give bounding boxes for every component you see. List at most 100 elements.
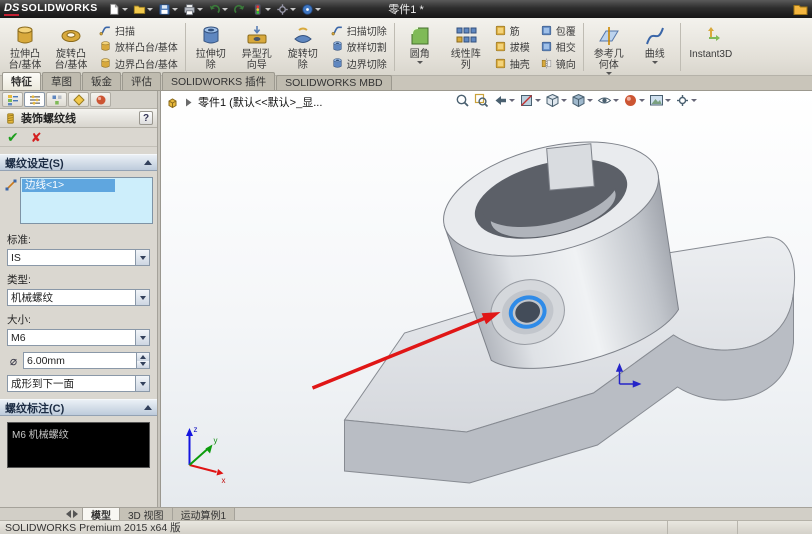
ribbon-button-hole-wizard[interactable]: 异型孔 向导: [234, 20, 280, 74]
tree-expand-icon[interactable]: [182, 96, 195, 109]
ribbon-button-boundary-cut[interactable]: 边界切除: [327, 56, 391, 72]
ribbon-button-lofted-cut[interactable]: 放样切割: [327, 39, 391, 55]
tab-solidworks-add-ins[interactable]: SOLIDWORKS 插件: [162, 72, 276, 90]
ribbon-button-mirror[interactable]: 镜向: [536, 56, 580, 72]
edit-appearance-caret[interactable]: [639, 99, 645, 102]
ribbon-button-linear-pattern[interactable]: 线性阵列: [443, 20, 489, 74]
size-combo[interactable]: M6: [7, 329, 150, 346]
section-view-caret[interactable]: [535, 99, 541, 102]
view-orientation-icon[interactable]: [544, 92, 568, 109]
ribbon-button-instant3d[interactable]: Instant3D: [683, 20, 739, 74]
spin-up-button[interactable]: [137, 353, 149, 361]
rebuild-dropdown-caret[interactable]: [264, 7, 271, 11]
task-pane-folder-icon[interactable]: [793, 3, 808, 16]
print-dropdown-caret[interactable]: [196, 7, 203, 11]
rebuild-button[interactable]: [249, 1, 273, 17]
diameter-spinner[interactable]: 6.00mm: [23, 352, 150, 369]
standard-combo-button[interactable]: [135, 250, 149, 265]
ribbon-button-sweep[interactable]: 扫描: [95, 22, 182, 38]
open-dropdown-caret[interactable]: [146, 7, 153, 11]
pm-help-button[interactable]: ?: [139, 111, 153, 125]
new-dropdown-caret[interactable]: [121, 7, 128, 11]
ribbon-button-revolve-boss[interactable]: 旋转凸 台/基体: [48, 20, 94, 74]
view-settings-caret[interactable]: [691, 99, 697, 102]
view-settings-icon[interactable]: [674, 92, 698, 109]
fillet-dropdown-caret[interactable]: [416, 61, 423, 64]
tab-solidworks-mbd[interactable]: SOLIDWORKS MBD: [276, 75, 392, 90]
ribbon-button-intersect[interactable]: 相交: [536, 39, 580, 55]
display-style-caret[interactable]: [587, 99, 593, 102]
tab-features[interactable]: 特征: [2, 72, 41, 90]
scroll-tabs-right-button[interactable]: [73, 510, 78, 518]
ribbon-button-boundary-boss[interactable]: 边界凸台/基体: [95, 56, 182, 72]
options-dropdown-caret[interactable]: [289, 7, 296, 11]
edit-appearance-icon[interactable]: [622, 92, 646, 109]
ribbon-button-extrude-boss[interactable]: 拉伸凸 台/基体: [2, 20, 48, 74]
model-part[interactable]: [343, 122, 795, 484]
ribbon-button-loft-boss[interactable]: 放样凸台/基体: [95, 39, 182, 55]
new-document-button[interactable]: [106, 1, 130, 17]
options-button[interactable]: [274, 1, 298, 17]
type-combo[interactable]: 机械螺纹: [7, 289, 150, 306]
zoom-to-area-icon[interactable]: [473, 92, 490, 109]
help-dropdown-caret[interactable]: [314, 7, 321, 11]
apply-scene-caret[interactable]: [665, 99, 671, 102]
apply-scene-icon[interactable]: [648, 92, 672, 109]
previous-view-caret[interactable]: [509, 99, 515, 102]
tab-sheet-metal[interactable]: 钣金: [82, 72, 121, 90]
hide-show-items-caret[interactable]: [613, 99, 619, 102]
flyout-feature-tree[interactable]: 零件1 (默认<<默认>_显...: [166, 94, 322, 110]
tab-sketch[interactable]: 草图: [42, 72, 81, 90]
graphics-viewport[interactable]: x y z 零件1 (默认<<默认>_显...: [161, 91, 812, 507]
standard-combo[interactable]: IS: [7, 249, 150, 266]
feature-tree-root-label[interactable]: 零件1 (默认<<默认>_显...: [198, 94, 322, 110]
ribbon-button-curves[interactable]: 曲线: [632, 20, 678, 74]
pm-ok-button[interactable]: ✔: [7, 130, 19, 144]
view-orientation-caret[interactable]: [561, 99, 567, 102]
ribbon-button-extrude-cut[interactable]: 拉伸切除: [188, 20, 234, 74]
ribbon-button-reference-geometry[interactable]: 参考几 何体: [586, 20, 632, 75]
spin-down-button[interactable]: [137, 360, 149, 368]
tab-3d-views[interactable]: 3D 视图: [120, 508, 173, 522]
redo-button[interactable]: [231, 1, 248, 17]
ribbon-button-rib[interactable]: 筋: [490, 22, 534, 38]
hide-show-items-icon[interactable]: [596, 92, 620, 109]
undo-button[interactable]: [206, 1, 230, 17]
ribbon-button-wrap[interactable]: 包覆: [536, 22, 580, 38]
ribbon-button-swept-cut[interactable]: 扫描切除: [327, 22, 391, 38]
ribbon-button-draft[interactable]: 拔模: [490, 39, 534, 55]
end-condition-combo-button[interactable]: [135, 376, 149, 391]
end-condition-combo[interactable]: 成形到下一面: [7, 375, 150, 392]
ribbon-button-fillet[interactable]: 圆角: [397, 20, 443, 74]
save-dropdown-caret[interactable]: [171, 7, 178, 11]
reference-geometry-dropdown-caret[interactable]: [605, 72, 612, 75]
open-button[interactable]: [131, 1, 155, 17]
ribbon-button-revolve-cut[interactable]: 旋转切除: [280, 20, 326, 74]
tab-motion-study-1[interactable]: 运动算例1: [172, 508, 236, 522]
edge-selection-listbox[interactable]: 边线<1>: [20, 177, 153, 224]
section-view-icon[interactable]: [518, 92, 542, 109]
size-combo-button[interactable]: [135, 330, 149, 345]
tab-model[interactable]: 模型: [83, 508, 120, 522]
ribbon-button-shell[interactable]: 抽壳: [490, 56, 534, 72]
zoom-fit-icon[interactable]: [454, 92, 471, 109]
tab-evaluate[interactable]: 评估: [122, 72, 161, 90]
help-button[interactable]: [299, 1, 323, 17]
selected-edge-item[interactable]: 边线<1>: [22, 179, 115, 192]
undo-dropdown-caret[interactable]: [221, 7, 228, 11]
scroll-tabs-left-button[interactable]: [66, 510, 71, 518]
featuremanager-tree-tab[interactable]: [2, 92, 23, 107]
thread-settings-group-header[interactable]: 螺纹设定(S): [0, 154, 157, 171]
configurationmanager-tab[interactable]: [46, 92, 67, 107]
save-button[interactable]: [156, 1, 180, 17]
displaymanager-tab[interactable]: [90, 92, 111, 107]
previous-view-icon[interactable]: [492, 92, 516, 109]
display-style-icon[interactable]: [570, 92, 594, 109]
propertymanager-tab[interactable]: [24, 92, 45, 107]
thread-callout-group-header[interactable]: 螺纹标注(C): [0, 399, 157, 416]
print-button[interactable]: [181, 1, 205, 17]
dimxpertmanager-tab[interactable]: [68, 92, 89, 107]
pm-cancel-button[interactable]: ✘: [31, 131, 42, 144]
curves-dropdown-caret[interactable]: [651, 61, 658, 64]
type-combo-button[interactable]: [135, 290, 149, 305]
